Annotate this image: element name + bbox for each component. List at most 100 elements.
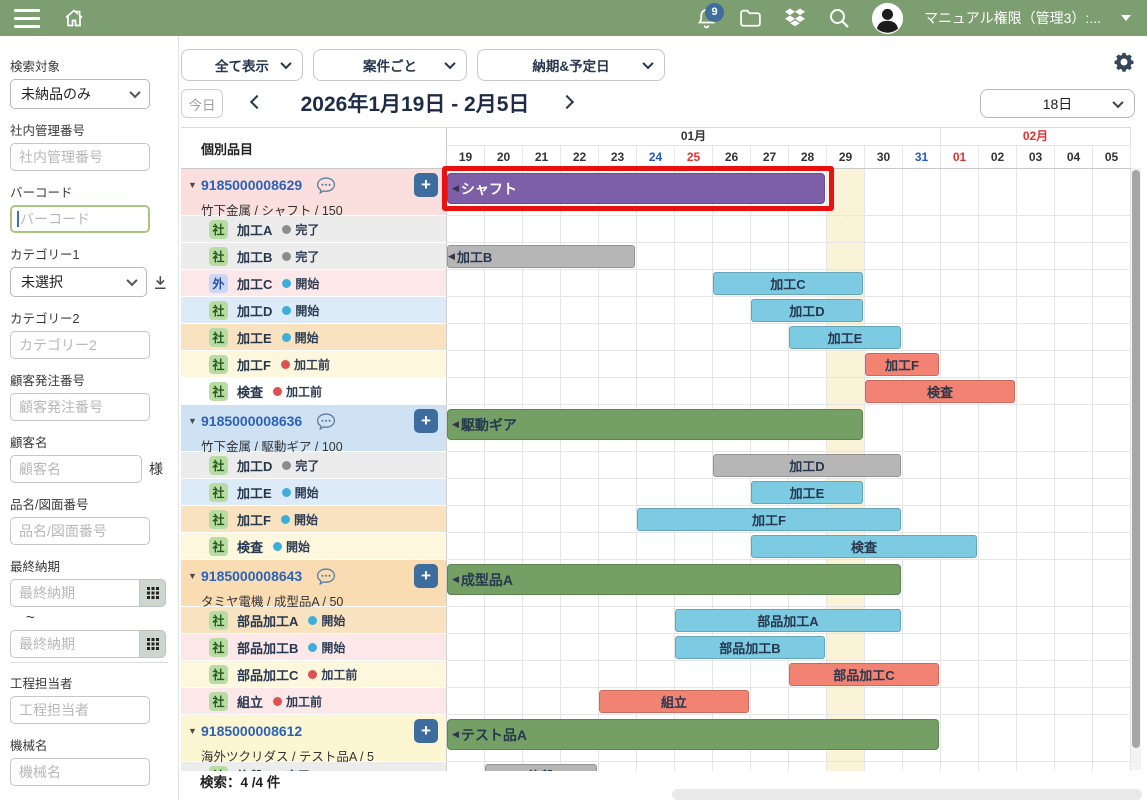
task-name: 部品加工B [237, 638, 298, 657]
item-id-link[interactable]: 9185000008636 [201, 413, 302, 429]
gantt-bar[interactable]: 検査 [751, 535, 977, 558]
gantt-bar[interactable]: 組立 [599, 690, 749, 713]
task-name: 部品加工A [237, 611, 298, 630]
status-dot [273, 697, 282, 706]
gantt-bar[interactable]: ◀シャフト [447, 173, 825, 204]
item-id-link[interactable]: 9185000008643 [201, 568, 302, 584]
comment-bubble-icon[interactable] [316, 177, 336, 194]
search-target-select[interactable]: 未納品のみ [10, 79, 150, 109]
comment-bubble-icon[interactable] [316, 413, 336, 430]
item-id-link[interactable]: 9185000008612 [201, 723, 302, 739]
dropbox-icon[interactable] [783, 6, 807, 30]
status-dot [282, 488, 291, 497]
customer-order-label: 顧客発注番号 [10, 370, 168, 389]
add-process-button[interactable]: + [414, 564, 438, 588]
hamburger-menu-button[interactable] [14, 9, 40, 28]
gantt-bar-label: 加工B [457, 247, 492, 266]
display-filter-select[interactable]: 全て表示 [181, 49, 303, 81]
expand-collapse-icon[interactable]: ▼ [188, 571, 201, 581]
gantt-bar[interactable]: 検査 [865, 380, 1015, 403]
status-dot [282, 306, 291, 315]
folder-icon[interactable] [738, 6, 763, 31]
gantt-bar[interactable]: 部品加工C [789, 663, 939, 686]
period-length-select[interactable]: 18日 [980, 89, 1135, 118]
customer-name-input[interactable] [10, 455, 142, 483]
expand-collapse-icon[interactable]: ▼ [188, 726, 201, 736]
expand-collapse-icon[interactable]: ▼ [188, 180, 201, 190]
internal-number-input[interactable] [10, 143, 150, 171]
task-row: 社加工E開始加工E [181, 324, 1131, 351]
task-name: 加工E [237, 328, 272, 347]
user-avatar[interactable] [871, 2, 904, 35]
settings-gear-icon[interactable] [1113, 51, 1135, 78]
task-gantt-cell: 加工D [447, 452, 1131, 479]
status-label: 完了 [295, 221, 319, 238]
search-icon[interactable] [827, 6, 851, 30]
gantt-bar[interactable]: 部品加工A [675, 609, 901, 632]
gantt-bar[interactable]: 加工C [713, 272, 863, 295]
category2-input[interactable] [10, 331, 150, 359]
apply-down-icon[interactable] [153, 275, 168, 290]
home-icon[interactable] [62, 6, 86, 30]
gantt-bar[interactable]: 加工D [751, 299, 863, 322]
gantt-bar[interactable]: 加工F [865, 353, 939, 376]
sidebar-divider [178, 36, 179, 800]
next-period-button[interactable] [560, 95, 574, 109]
gantt-bar[interactable]: ◀成型品A [447, 564, 901, 595]
gantt-bar-label: 加工D [789, 301, 824, 320]
group-gantt-cell: ◀成型品A [447, 560, 1131, 607]
notification-bell-button[interactable]: 9 [695, 7, 718, 30]
status-label: 加工前 [286, 693, 322, 710]
horizontal-scrollbar[interactable] [672, 789, 1142, 800]
gantt-bar[interactable]: ◀駆動ギア [447, 409, 863, 440]
internal-badge: 社 [209, 766, 228, 772]
task-name: 加工A [237, 220, 272, 239]
vertical-scrollbar [1131, 168, 1141, 770]
task-row-info: 社組立加工前 [181, 688, 447, 715]
calendar-picker-button[interactable] [140, 630, 166, 658]
add-process-button[interactable]: + [414, 409, 438, 433]
item-id-link[interactable]: 9185000008629 [201, 177, 302, 193]
user-menu-caret-icon[interactable] [1121, 15, 1131, 21]
grouping-select[interactable]: 案件ごと [313, 49, 467, 81]
task-row-info: 社加工F開始 [181, 506, 447, 533]
expand-collapse-icon[interactable]: ▼ [188, 416, 201, 426]
add-process-button[interactable]: + [414, 173, 438, 197]
continues-left-icon: ◀ [452, 729, 459, 740]
today-button[interactable]: 今日 [181, 89, 223, 118]
internal-badge: 社 [209, 220, 228, 239]
comment-bubble-icon[interactable] [316, 568, 336, 585]
task-row: 社部品加工C加工前部品加工C [181, 661, 1131, 688]
task-gantt-cell: 部品加工C [447, 661, 1131, 688]
prev-period-button[interactable] [250, 95, 264, 109]
gantt-bar[interactable]: 部品加工B [675, 636, 825, 659]
gantt-bar[interactable]: 加工D [713, 454, 901, 477]
machine-name-input[interactable] [10, 758, 150, 786]
process-owner-input[interactable] [10, 696, 150, 724]
calendar-picker-button[interactable] [140, 579, 166, 607]
status-dot [273, 771, 282, 772]
status-label: 開始 [295, 329, 319, 346]
date-type-select[interactable]: 納期&予定日 [477, 49, 665, 81]
gantt-bar[interactable]: 加工E [751, 481, 863, 504]
customer-order-input[interactable] [10, 393, 150, 421]
barcode-input[interactable] [10, 205, 150, 233]
gantt-bar[interactable]: ◀テスト品A [447, 719, 939, 750]
vertical-scrollbar-thumb[interactable] [1132, 170, 1140, 748]
status-label: 開始 [321, 612, 345, 629]
final-due-to-input[interactable] [10, 630, 140, 658]
category1-select[interactable]: 未選択 [10, 267, 147, 297]
gantt-bar[interactable]: 加工F [637, 508, 901, 531]
gantt-bar[interactable]: ◀加工B [447, 245, 635, 268]
period-length-value: 18日 [1043, 94, 1073, 114]
gantt-bar[interactable]: 加工E [789, 326, 901, 349]
item-name-input[interactable] [10, 517, 150, 545]
task-gantt-cell: 加工E [447, 324, 1131, 351]
final-due-from-input[interactable] [10, 579, 140, 607]
internal-badge: 社 [209, 611, 228, 630]
gantt-bar[interactable]: 旋盤 [485, 764, 597, 771]
task-row: 社加工D完了加工D [181, 452, 1131, 479]
add-process-button[interactable]: + [414, 719, 438, 743]
notification-badge: 9 [705, 3, 724, 22]
continues-left-icon: ◀ [452, 419, 459, 430]
